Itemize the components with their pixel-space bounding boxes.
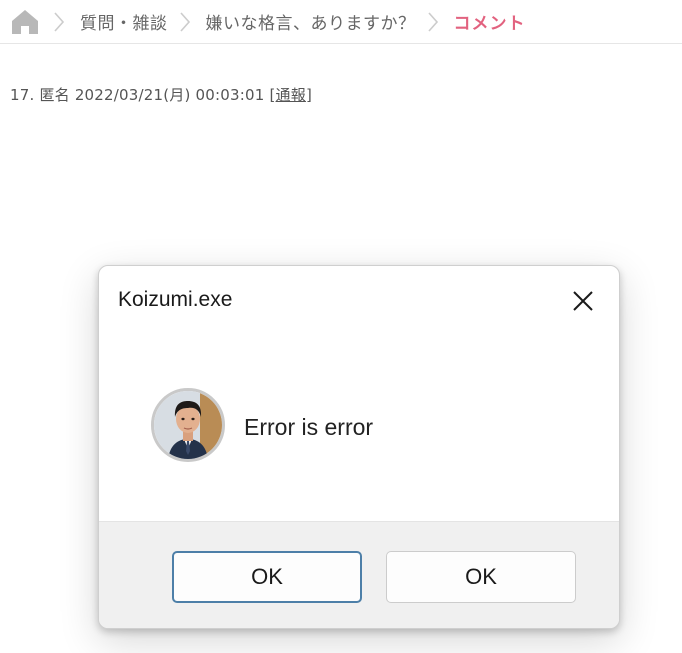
post-number: 17. — [10, 86, 35, 104]
breadcrumb-current: コメント — [453, 14, 526, 34]
ok-button-secondary[interactable]: OK — [386, 551, 576, 603]
breadcrumb-item-topic[interactable]: 嫌いな格言、ありますか？ — [206, 9, 416, 34]
post-timestamp: 2022/03/21(月) 00:03:01 — [74, 86, 265, 104]
close-button[interactable] — [565, 283, 601, 319]
dialog-body: Error is error — [99, 326, 619, 521]
report-link[interactable]: 通報 — [276, 86, 306, 104]
chevron-right-icon — [53, 11, 71, 33]
post-author: 匿名 — [39, 86, 70, 104]
close-icon — [573, 291, 593, 311]
dialog-message: Error is error — [244, 414, 374, 440]
error-dialog: Koizumi.exe Error is error OK OK — [98, 265, 620, 629]
breadcrumb-item-category[interactable]: 質問・雑談 — [80, 9, 168, 34]
report-bracket-close: ] — [305, 86, 313, 104]
dialog-title: Koizumi.exe — [118, 288, 233, 311]
breadcrumb: 質問・雑談 嫌いな格言、ありますか？ コメント — [0, 0, 682, 44]
chevron-right-icon — [179, 11, 197, 33]
dialog-footer: OK OK — [99, 521, 619, 628]
chevron-right-icon — [427, 11, 445, 33]
post-meta: 17. 匿名 2022/03/21(月) 00:03:01 [通報] — [10, 84, 312, 105]
ok-button-primary[interactable]: OK — [172, 551, 362, 603]
avatar — [151, 388, 225, 462]
home-icon[interactable] — [10, 7, 42, 37]
